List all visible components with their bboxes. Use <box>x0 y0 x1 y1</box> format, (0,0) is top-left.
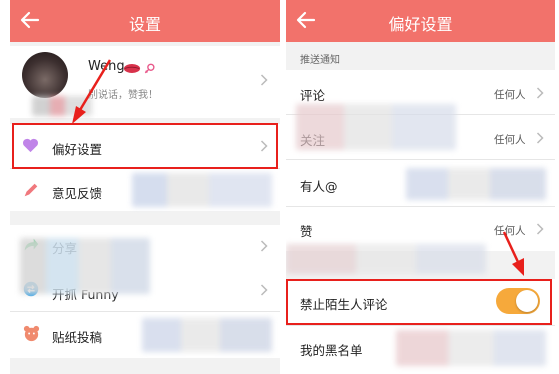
mosaic-blur <box>296 104 456 150</box>
highlight-box <box>286 279 552 325</box>
preferences-header: 偏好设置 <box>286 0 555 42</box>
menu-item-sticker[interactable]: 贴纸投稿 <box>10 312 280 358</box>
chevron-right-icon <box>260 240 268 252</box>
profile-row[interactable]: Weng 别说话，赞我！ <box>10 46 280 118</box>
pref-value: 任何人 <box>494 134 526 146</box>
chevron-right-icon <box>536 223 544 235</box>
highlight-box <box>12 123 278 169</box>
pref-row-blacklist[interactable]: 我的黑名单 <box>286 326 555 374</box>
pref-value: 任何人 <box>494 225 526 237</box>
pref-label: 评论 <box>300 88 326 103</box>
pref-label: 赞 <box>300 224 313 239</box>
settings-screen: 设置 Weng 别说话，赞我！ 偏好设置 意见反馈 开抓 Funny 贴纸投稿 <box>10 0 280 374</box>
chevron-right-icon <box>536 87 544 99</box>
settings-header: 设置 <box>10 0 280 42</box>
chevron-right-icon <box>260 74 268 86</box>
avatar <box>22 52 68 98</box>
menu-item-feedback[interactable]: 意见反馈 <box>10 169 280 211</box>
pref-row-mention[interactable]: 有人@ <box>286 160 555 206</box>
chevron-right-icon <box>536 132 544 144</box>
mosaic-blur <box>406 168 546 200</box>
lips-icon <box>123 64 141 73</box>
bear-icon <box>23 325 40 342</box>
pref-label: 有人@ <box>300 179 338 194</box>
mosaic-blur <box>132 173 272 207</box>
mosaic-blur <box>32 96 92 116</box>
female-symbol-icon <box>144 63 155 74</box>
chevron-right-icon <box>260 284 268 296</box>
menu-item-label: 意见反馈 <box>52 186 103 201</box>
menu-item-label: 贴纸投稿 <box>52 330 103 345</box>
section-title: 推送通知 <box>300 55 340 66</box>
signature: 别说话，赞我！ <box>88 90 158 101</box>
page-title: 偏好设置 <box>388 15 453 34</box>
mosaic-blur <box>286 244 486 274</box>
pencil-icon <box>24 183 38 197</box>
preferences-screen: 偏好设置 推送通知 评论 任何人 关注 任何人 有人@ 赞 任何人 禁止陌生人评… <box>286 0 555 374</box>
username: Weng <box>88 59 125 74</box>
page-title: 设置 <box>128 15 161 34</box>
pref-label: 我的黑名单 <box>300 343 363 358</box>
mosaic-blur <box>396 330 546 366</box>
mosaic-blur <box>20 238 150 294</box>
mosaic-blur <box>142 318 272 352</box>
pref-value: 任何人 <box>494 89 526 101</box>
